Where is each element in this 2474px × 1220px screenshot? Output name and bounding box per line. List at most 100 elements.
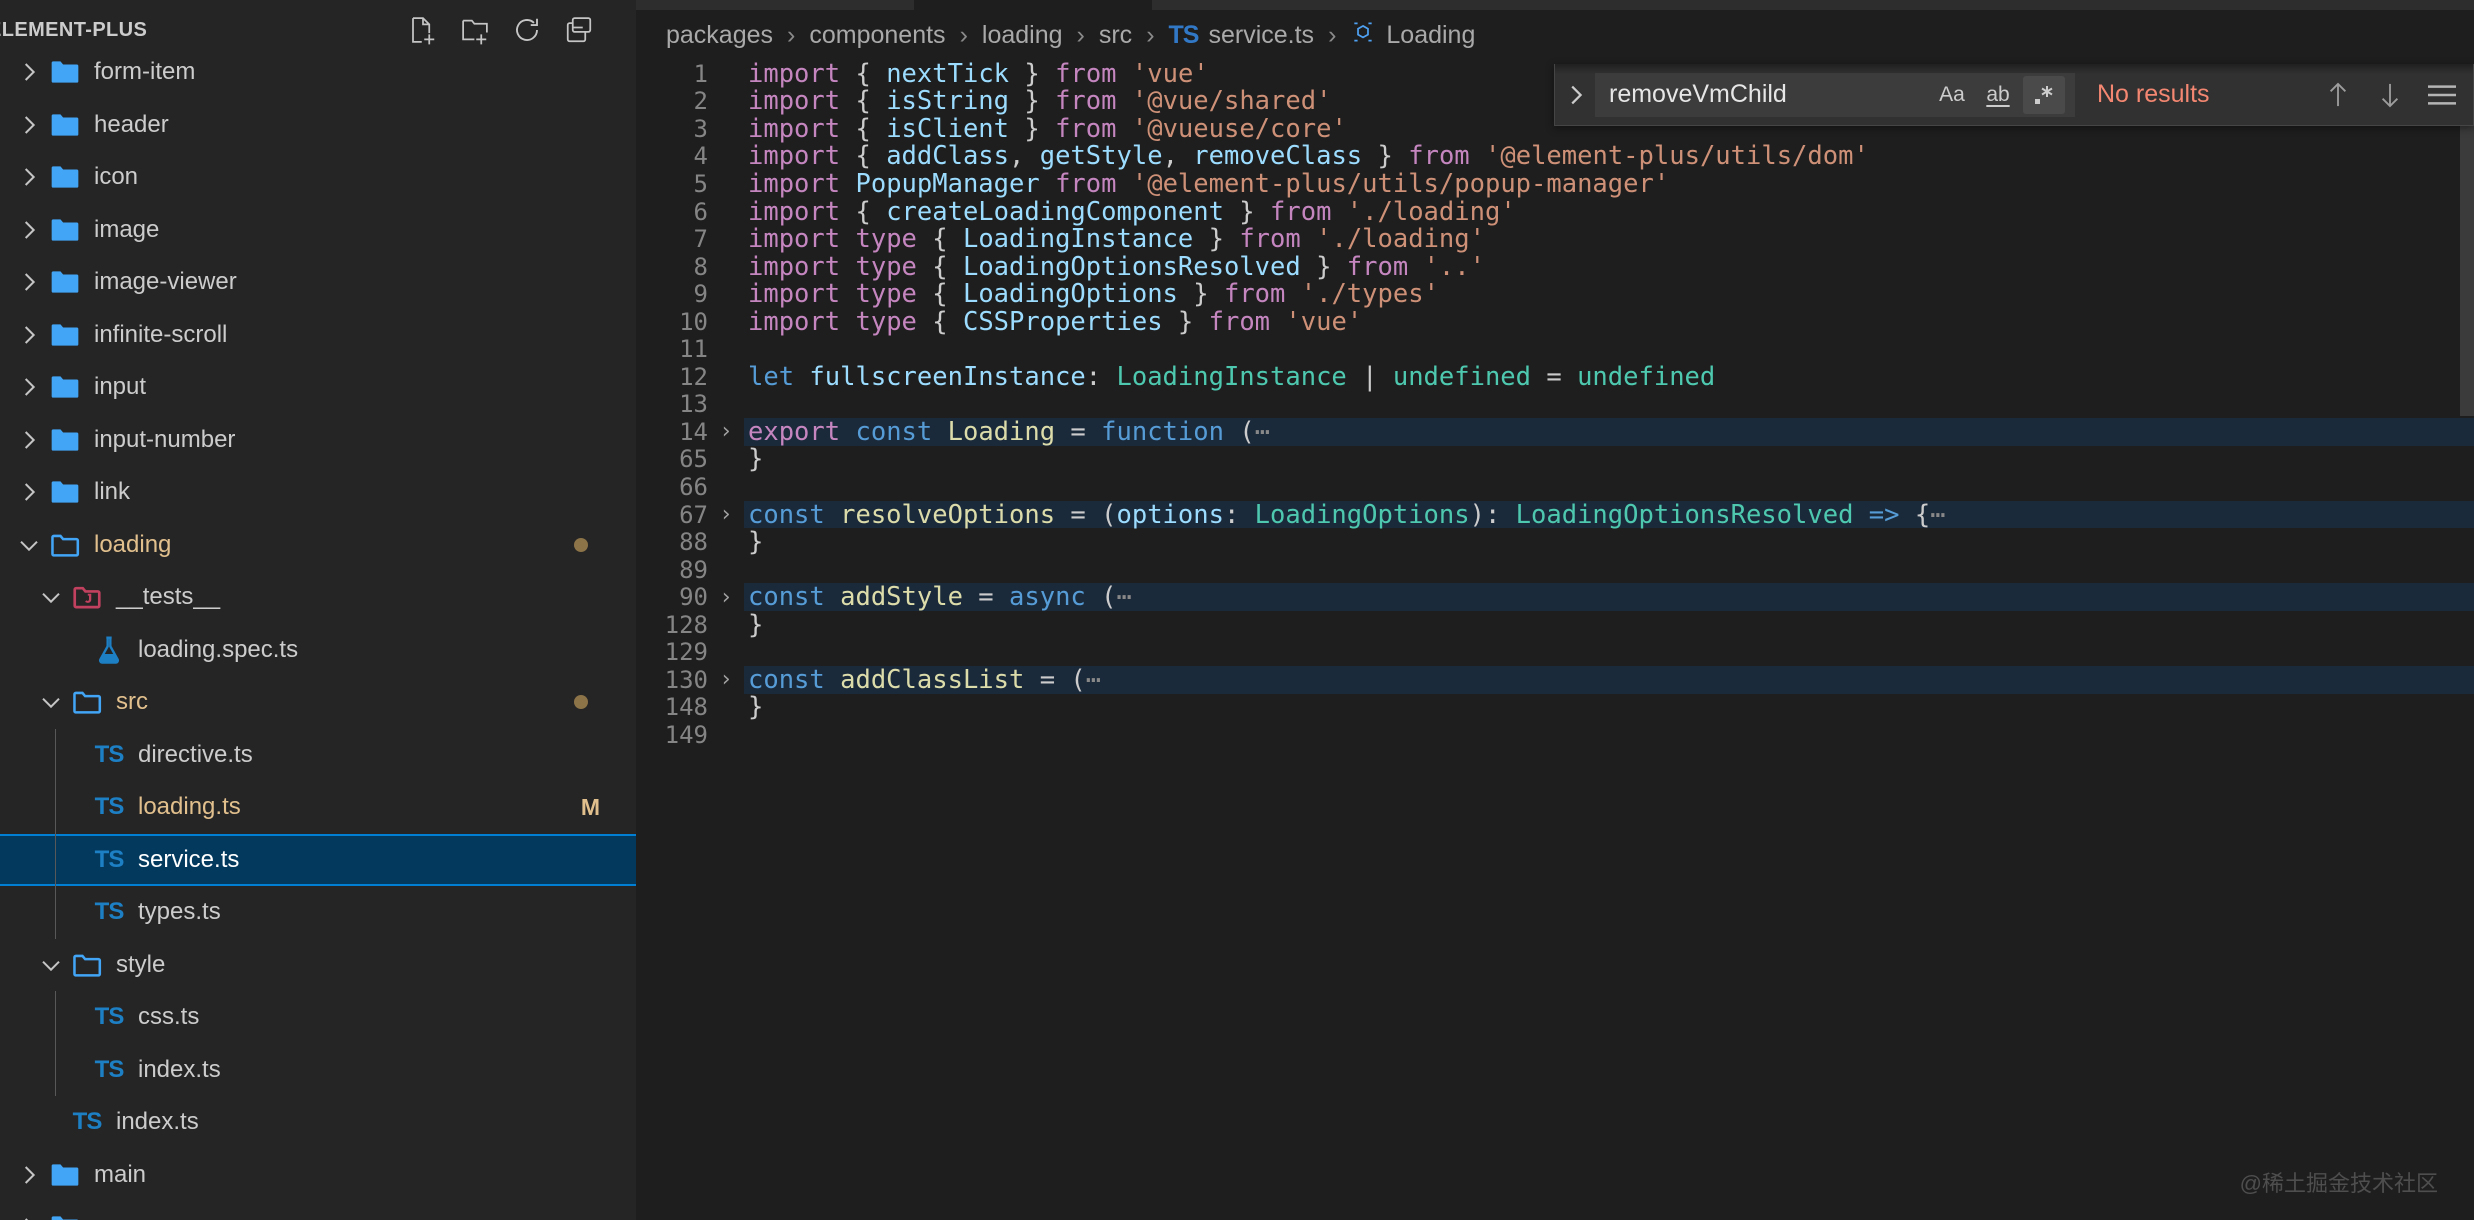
chevron-right-icon[interactable] (12, 213, 46, 247)
tree-file-row[interactable]: TS types.ts (0, 886, 636, 939)
chevron-right-icon[interactable] (12, 160, 46, 194)
code-line[interactable]: 6 import { createLoadingComponent } from … (636, 196, 2474, 227)
chevron-down-icon[interactable] (34, 685, 68, 719)
code-line[interactable]: 13 (636, 390, 2474, 418)
tab-strip-segment-3[interactable] (1464, 0, 1706, 10)
fold-chevron-icon[interactable]: › (708, 667, 744, 692)
tree-folder-row[interactable]: image-viewer (0, 256, 636, 309)
tree-file-row[interactable]: TS css.ts (0, 991, 636, 1044)
tab-strip-segment-1[interactable] (636, 0, 914, 10)
tree-folder-row[interactable]: infinite-scroll (0, 309, 636, 362)
code-line[interactable]: 89 (636, 556, 2474, 584)
chevron-down-icon[interactable] (34, 948, 68, 982)
code-line[interactable]: 7 import type { LoadingInstance } from '.… (636, 224, 2474, 254)
tree-folder-row[interactable]: src (0, 676, 636, 729)
code-line[interactable]: 67 › const resolveOptions = (options: Load… (636, 500, 2474, 530)
whole-word-toggle[interactable]: ab (1977, 76, 2019, 114)
tree-item-icon (46, 475, 84, 509)
code-token: = ( (1024, 664, 1086, 695)
find-input-container[interactable]: Aa ab (1595, 72, 2075, 117)
fold-chevron-icon[interactable]: › (708, 502, 744, 527)
tree-folder-row[interactable] (0, 1201, 636, 1220)
code-line[interactable]: 130 › const addClassList = (⋯ (636, 664, 2474, 695)
new-folder-icon[interactable] (458, 13, 492, 47)
chevron-right-icon[interactable] (12, 423, 46, 457)
fold-chevron-icon[interactable]: › (708, 585, 744, 610)
code-line[interactable]: 12 let fullscreenInstance: LoadingInstanc… (636, 362, 2474, 392)
code-line[interactable]: 148} (636, 692, 2474, 722)
code-line[interactable]: 66 (636, 473, 2474, 501)
chevron-right-icon[interactable] (12, 318, 46, 352)
new-file-icon[interactable] (406, 13, 440, 47)
line-number: 5 (693, 169, 708, 198)
editor-tabstrip[interactable] (636, 0, 2474, 10)
tree-folder-row[interactable]: header (0, 99, 636, 152)
tree-file-row[interactable]: TS index.ts (0, 1096, 636, 1149)
breadcrumb-item[interactable]: src (1099, 21, 1132, 50)
refresh-icon[interactable] (510, 13, 544, 47)
tree-folder-row[interactable]: style (0, 939, 636, 992)
tree-folder-row[interactable]: input (0, 361, 636, 414)
chevron-right-icon[interactable] (1555, 64, 1595, 126)
previous-match-button[interactable] (2317, 74, 2359, 116)
chevron-right-icon[interactable] (12, 1158, 46, 1192)
tree-file-row[interactable]: loading.spec.ts (0, 624, 636, 677)
code-line[interactable]: 4 import { addClass, getStyle, removeClas… (636, 141, 2474, 172)
tab-strip-segment-active[interactable] (914, 0, 1152, 10)
tree-folder-row[interactable]: __tests__ (0, 571, 636, 624)
tree-file-row[interactable]: TS service.ts (0, 833, 636, 886)
code-line[interactable]: 88} (636, 527, 2474, 557)
code-line[interactable]: 11 (636, 335, 2474, 363)
next-match-button[interactable] (2369, 74, 2411, 116)
code-token: { (840, 196, 887, 227)
tree-folder-row[interactable]: image (0, 204, 636, 257)
chevron-down-icon[interactable] (34, 580, 68, 614)
tree-file-row[interactable]: TS loading.ts M (0, 781, 636, 834)
chevron-right-icon[interactable] (12, 1210, 46, 1220)
tree-folder-row[interactable]: main (0, 1149, 636, 1202)
chevron-right-icon[interactable] (12, 108, 46, 142)
more-lines-icon[interactable] (2421, 74, 2463, 116)
chevron-right-icon[interactable] (12, 265, 46, 299)
code-line[interactable]: 128} (636, 610, 2474, 640)
chevron-right-icon[interactable] (12, 475, 46, 509)
tree-folder-row[interactable]: loading (0, 519, 636, 572)
file-tree[interactable]: form-item header icon image image-viewer infi… (0, 46, 636, 1220)
code-line[interactable]: 149 (636, 721, 2474, 749)
tree-folder-row[interactable]: link (0, 466, 636, 519)
chevron-right-icon[interactable] (12, 55, 46, 89)
breadcrumb-item[interactable]: Loading (1350, 19, 1475, 52)
tree-file-row[interactable]: TS directive.ts (0, 729, 636, 782)
find-input[interactable] (1609, 80, 1931, 109)
tab-strip-segment-2[interactable] (1152, 0, 1464, 10)
breadcrumb-item[interactable]: TS service.ts (1169, 21, 1315, 50)
breadcrumb-item[interactable]: loading (982, 21, 1063, 50)
tree-folder-row[interactable]: input-number (0, 414, 636, 467)
code-line[interactable]: 129 (636, 638, 2474, 666)
collapse-all-icon[interactable] (562, 13, 596, 47)
breadcrumb-separator: › (787, 20, 796, 49)
tree-file-row[interactable]: TS index.ts (0, 1044, 636, 1097)
code-token: addClass (886, 141, 1010, 172)
breadcrumb[interactable]: packages › components › loading › src › TS servic… (636, 10, 2474, 60)
tree-folder-row[interactable]: icon (0, 151, 636, 204)
code-line[interactable]: 9 import type { LoadingOptions } from './… (636, 279, 2474, 309)
chevron-down-icon[interactable] (12, 528, 46, 562)
code-token: from (1055, 168, 1117, 199)
regex-toggle[interactable] (2023, 75, 2065, 114)
editor-vertical-scrollbar[interactable] (2460, 126, 2474, 416)
code-line[interactable]: 10 import type { CSSProperties } from 'vu… (636, 307, 2474, 337)
fold-chevron-icon[interactable]: › (708, 419, 744, 444)
code-editor[interactable]: 1 import { nextTick } from 'vue' 2 import {… (636, 60, 2474, 1220)
breadcrumb-item[interactable]: components (809, 21, 945, 50)
code-line[interactable]: 14 › export const Loading = function (⋯ (636, 417, 2474, 447)
tab-strip-segment-4[interactable] (1706, 0, 2474, 10)
match-case-toggle[interactable]: Aa (1931, 76, 1973, 114)
code-line[interactable]: 8 import type { LoadingOptionsResolved } … (636, 252, 2474, 282)
code-line[interactable]: 90 › const addStyle = async (⋯ (636, 582, 2474, 612)
breadcrumb-item[interactable]: packages (666, 21, 773, 50)
code-line[interactable]: 5 import PopupManager from '@element-plus… (636, 168, 2474, 199)
code-line[interactable]: 65} (636, 444, 2474, 474)
chevron-right-icon[interactable] (12, 370, 46, 404)
